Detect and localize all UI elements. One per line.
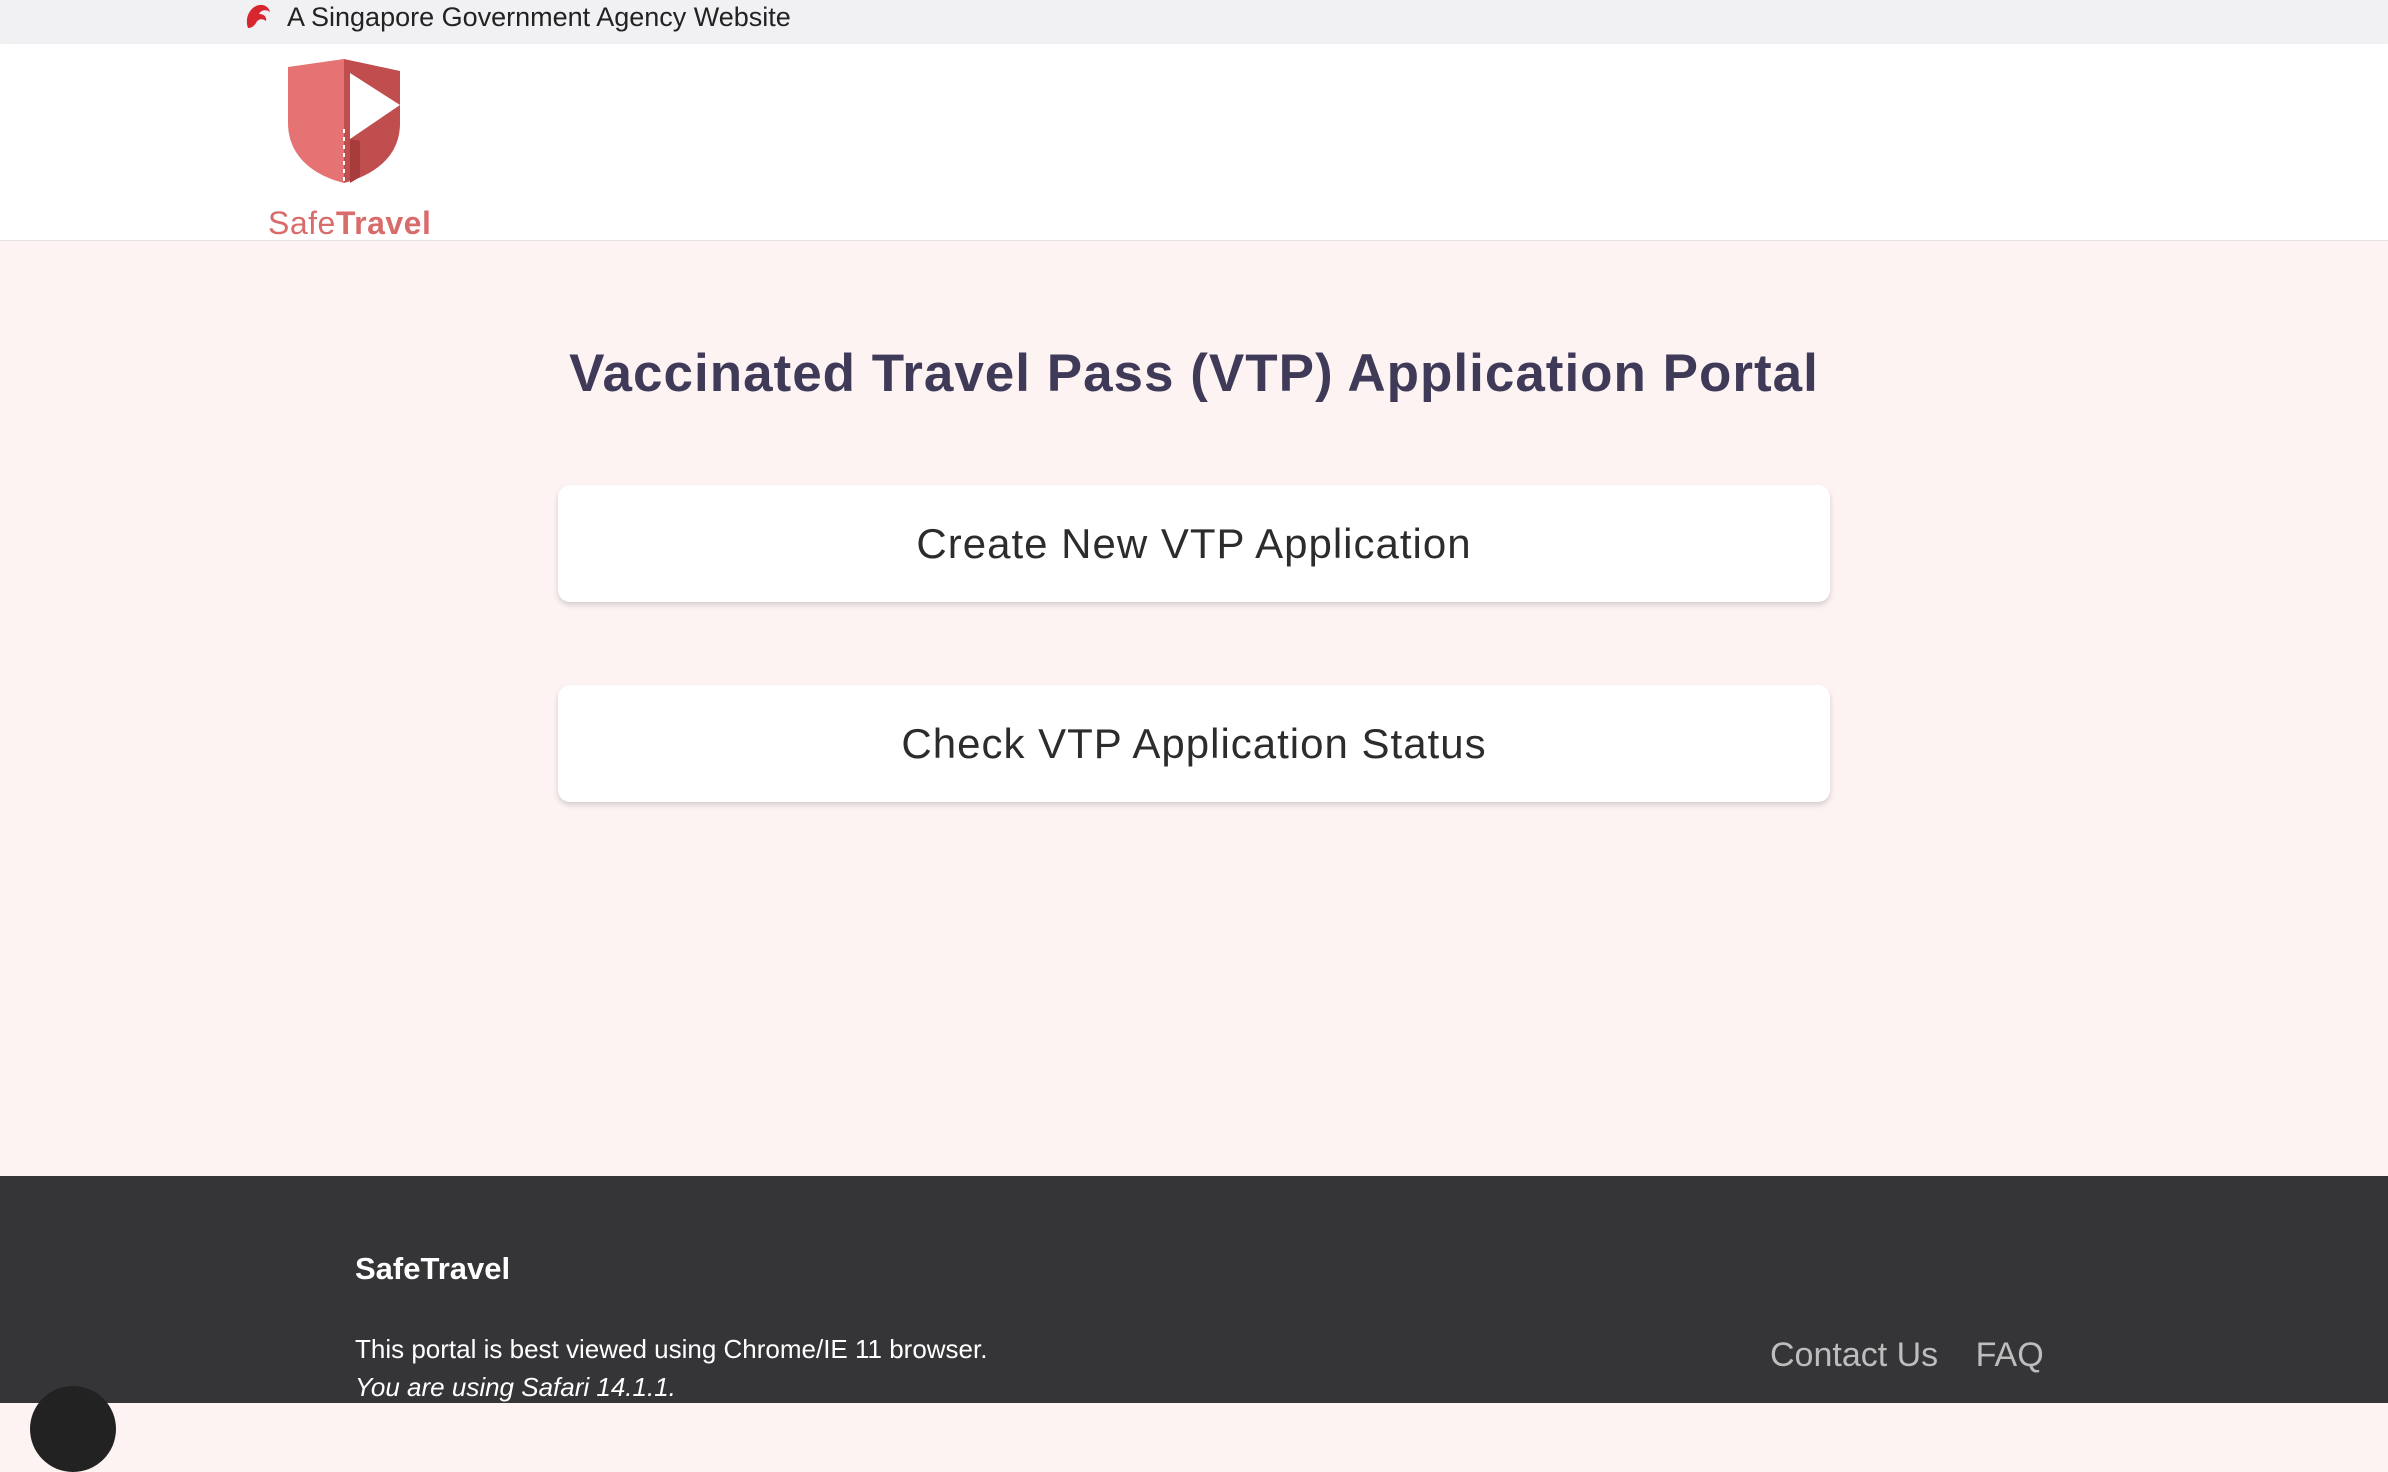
site-header: SafeTravel — [0, 44, 2388, 241]
masthead-text: A Singapore Government Agency Website — [287, 2, 791, 32]
masthead-bar: A Singapore Government Agency Website — [0, 0, 2388, 44]
lion-head-icon — [242, 2, 272, 32]
page-title: Vaccinated Travel Pass (VTP) Application… — [569, 344, 1819, 403]
footer-links: Contact Us FAQ — [1770, 1336, 2072, 1375]
corner-widget[interactable] — [30, 1386, 116, 1472]
create-application-button[interactable]: Create New VTP Application — [558, 485, 1830, 602]
check-status-button[interactable]: Check VTP Application Status — [558, 685, 1830, 802]
site-footer: SafeTravel This portal is best viewed us… — [0, 1176, 2388, 1472]
logo-wordmark: SafeTravel — [268, 205, 431, 242]
footer-brand: SafeTravel — [355, 1251, 511, 1286]
browser-note: This portal is best viewed using Chrome/… — [355, 1334, 988, 1364]
logo-word-travel: Travel — [335, 205, 432, 241]
main-content: Vaccinated Travel Pass (VTP) Application… — [0, 241, 2388, 1176]
safetravel-logo[interactable]: SafeTravel — [262, 59, 442, 241]
current-browser-note: You are using Safari 14.1.1. — [355, 1372, 676, 1402]
logo-word-safe: Safe — [268, 205, 336, 241]
faq-link[interactable]: FAQ — [1976, 1336, 2044, 1374]
contact-us-link[interactable]: Contact Us — [1770, 1336, 1938, 1374]
shield-play-icon — [288, 59, 400, 183]
